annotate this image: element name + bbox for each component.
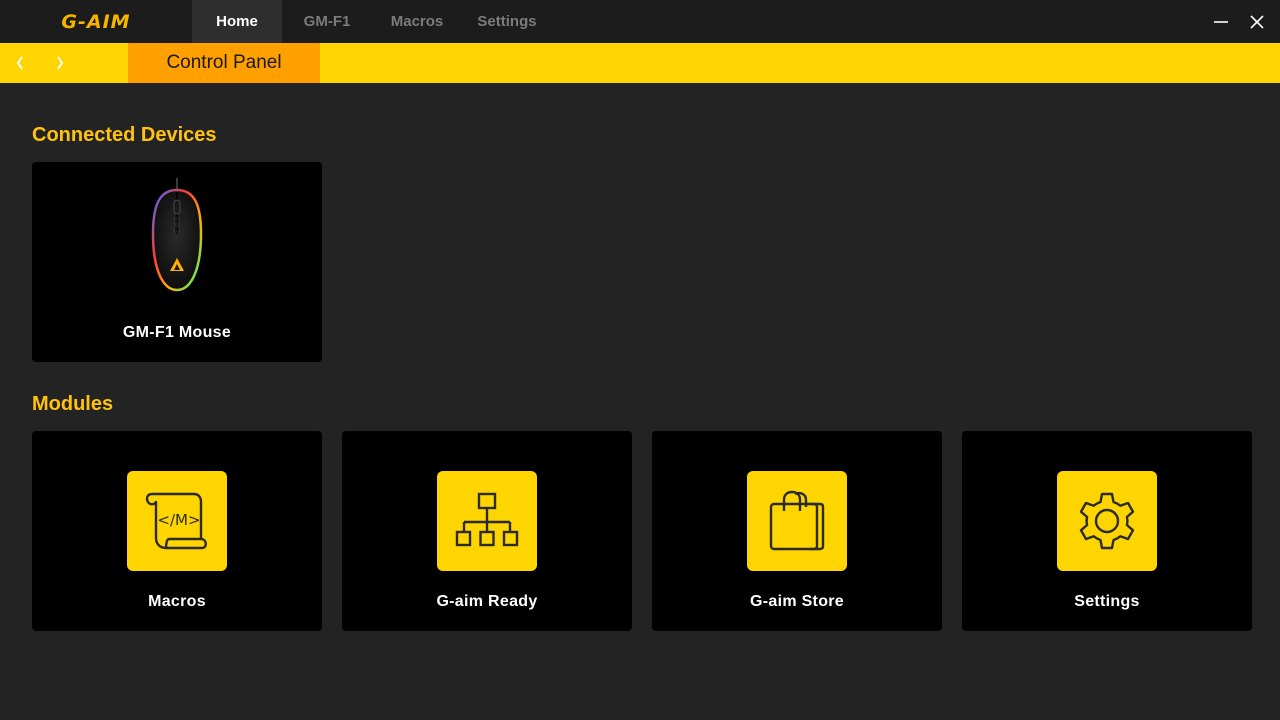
tab-macros[interactable]: Macros — [372, 0, 462, 43]
module-card-macros[interactable]: </M> Macros — [32, 431, 322, 631]
network-hierarchy-icon — [455, 492, 519, 547]
navigation-bar: Control Panel — [0, 43, 1280, 83]
forward-button[interactable] — [50, 43, 70, 83]
logo-text: G-AIM — [61, 10, 131, 33]
module-label-settings: Settings — [1074, 593, 1140, 610]
settings-tile — [1057, 471, 1157, 571]
module-label-g-aim-store: G-aim Store — [750, 593, 844, 610]
g-aim-store-tile — [747, 471, 847, 571]
title-bar: G-AIM Home GM-F1 Macros Settings — [0, 0, 1280, 43]
shopping-bag-icon — [769, 490, 825, 551]
module-label-macros: Macros — [148, 593, 206, 610]
device-label: GM-F1 Mouse — [122, 324, 232, 341]
minimize-button[interactable] — [1203, 0, 1239, 43]
back-button[interactable] — [10, 43, 30, 83]
module-card-g-aim-ready[interactable]: G-aim Ready — [342, 431, 632, 631]
chevron-right-icon — [57, 56, 64, 70]
module-card-g-aim-store[interactable]: G-aim Store — [652, 431, 942, 631]
breadcrumb-control-panel[interactable]: Control Panel — [128, 43, 320, 83]
macros-tile: </M> — [127, 471, 227, 571]
device-card-gm-f1[interactable]: GM-F1 Mouse — [32, 162, 322, 362]
tab-settings[interactable]: Settings — [462, 0, 552, 43]
module-card-settings[interactable]: Settings — [962, 431, 1252, 631]
svg-text:</M>: </M> — [157, 511, 200, 529]
tab-home[interactable]: Home — [192, 0, 282, 43]
app-logo: G-AIM — [0, 0, 192, 43]
module-label-g-aim-ready: G-aim Ready — [436, 593, 538, 610]
close-icon — [1250, 14, 1264, 29]
connected-devices-heading: Connected Devices — [32, 124, 217, 146]
macro-scroll-icon: </M> — [145, 492, 207, 550]
minimize-icon — [1214, 20, 1228, 23]
close-button[interactable] — [1239, 0, 1275, 43]
gear-icon — [1079, 492, 1135, 550]
modules-heading: Modules — [32, 393, 114, 415]
gaming-mouse-image — [151, 178, 203, 292]
g-aim-ready-tile — [437, 471, 537, 571]
chevron-left-icon — [16, 56, 23, 70]
tab-gm-f1[interactable]: GM-F1 — [282, 0, 372, 43]
main-tabs: Home GM-F1 Macros Settings — [192, 0, 552, 43]
